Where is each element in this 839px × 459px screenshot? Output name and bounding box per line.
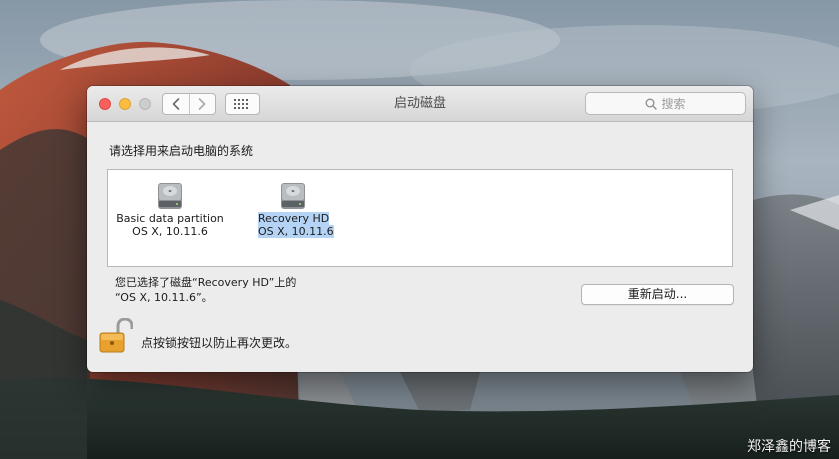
status-line-2: “OS X, 10.11.6”。 — [115, 291, 213, 304]
disk-name: Basic data partition — [116, 212, 224, 225]
zoom-button — [139, 98, 151, 110]
search-field[interactable]: 搜索 — [585, 92, 746, 115]
hard-disk-icon — [158, 183, 182, 209]
forward-button[interactable] — [188, 94, 216, 114]
choose-system-prompt: 请选择用来启动电脑的系统 — [109, 144, 254, 158]
selection-status: 您已选择了磁盘“Recovery HD”上的 “OS X, 10.11.6”。 — [115, 275, 296, 305]
startup-disk-window: 启动磁盘 搜索 请选择用来启动电脑的系统 Basic data partitio… — [87, 86, 753, 372]
lock-hint-text: 点按锁按钮以防止再次更改。 — [141, 336, 298, 350]
hard-disk-icon — [281, 183, 305, 209]
disk-os: OS X, 10.11.6 — [132, 225, 208, 238]
disk-name: Recovery HD — [258, 212, 330, 225]
back-chevron-icon — [172, 98, 180, 110]
forward-chevron-icon — [198, 98, 206, 110]
status-line-1: 您已选择了磁盘“Recovery HD”上的 — [115, 276, 297, 289]
search-placeholder: 搜索 — [661, 97, 686, 111]
unlocked-padlock-icon[interactable] — [99, 318, 133, 354]
minimize-button[interactable] — [119, 98, 131, 110]
search-icon — [646, 98, 658, 110]
disk-basic-data-partition[interactable]: Basic data partition OS X, 10.11.6 — [116, 180, 224, 238]
back-forward-control — [162, 93, 216, 115]
show-all-button[interactable] — [225, 93, 260, 115]
disk-os: OS X, 10.11.6 — [258, 225, 334, 238]
disk-recovery-hd[interactable]: Recovery HD OS X, 10.11.6 — [258, 180, 334, 238]
disk-list: Basic data partition OS X, 10.11.6 Recov… — [107, 169, 733, 267]
back-button[interactable] — [163, 94, 189, 114]
restart-button[interactable]: 重新启动... — [581, 284, 734, 305]
close-button[interactable] — [99, 98, 111, 110]
watermark: 郑泽鑫的博客 — [747, 439, 831, 455]
grid-icon — [234, 99, 248, 109]
title-bar[interactable]: 启动磁盘 搜索 — [87, 86, 753, 122]
